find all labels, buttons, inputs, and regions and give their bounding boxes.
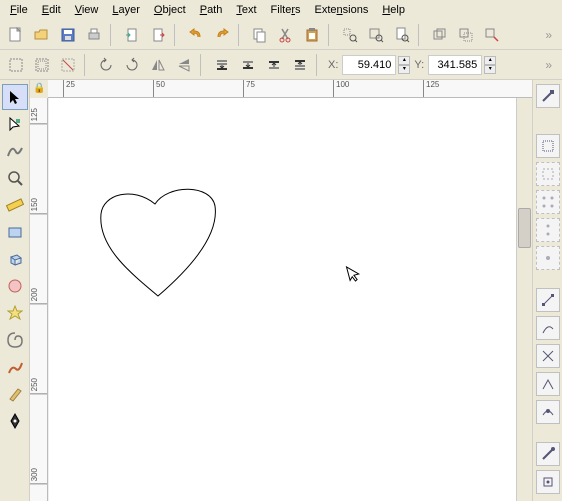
main-toolbar: » — [0, 20, 562, 50]
snap-object[interactable] — [536, 442, 560, 466]
zoom-drawing-button[interactable] — [364, 23, 388, 47]
menu-file[interactable]: File — [4, 3, 34, 17]
x-label: X: — [326, 59, 340, 71]
flip-v-button[interactable] — [172, 53, 196, 77]
select-all-button[interactable] — [4, 53, 28, 77]
menu-path[interactable]: Path — [194, 3, 229, 17]
toolbox — [0, 80, 30, 501]
menu-object[interactable]: Object — [148, 3, 192, 17]
y-spinner[interactable]: ▴▾ — [484, 56, 496, 74]
x-spinner[interactable]: ▴▾ — [398, 56, 410, 74]
scroll-thumb[interactable] — [518, 208, 531, 248]
rotate-ccw-button[interactable] — [94, 53, 118, 77]
menubar: File Edit View Layer Object Path Text Fi… — [0, 0, 562, 20]
clone-button[interactable] — [454, 23, 478, 47]
snap-bbox[interactable] — [536, 134, 560, 158]
tool-pencil[interactable] — [2, 354, 28, 380]
snap-path[interactable] — [536, 316, 560, 340]
lower-bottom-button[interactable] — [210, 53, 234, 77]
snap-bbox-edge[interactable] — [536, 162, 560, 186]
import-button[interactable] — [120, 23, 144, 47]
tool-node[interactable] — [2, 111, 28, 137]
lock-icon[interactable]: 🔒 — [33, 83, 45, 94]
undo-button[interactable] — [184, 23, 208, 47]
options-overflow[interactable]: » — [539, 58, 558, 72]
snap-bbox-center[interactable] — [536, 246, 560, 270]
snap-toolbar — [532, 80, 562, 501]
tool-tweak[interactable] — [2, 138, 28, 164]
select-layers-button[interactable] — [30, 53, 54, 77]
heart-shape[interactable] — [93, 186, 233, 336]
snap-bbox-midpoint[interactable] — [536, 218, 560, 242]
snap-center-obj[interactable] — [536, 470, 560, 494]
tool-measure[interactable] — [2, 192, 28, 218]
tool-ellipse[interactable] — [2, 273, 28, 299]
menu-edit[interactable]: Edit — [36, 3, 67, 17]
tool-zoom[interactable] — [2, 165, 28, 191]
menu-layer[interactable]: Layer — [106, 3, 146, 17]
cut-button[interactable] — [274, 23, 298, 47]
open-button[interactable] — [30, 23, 54, 47]
y-input[interactable] — [428, 55, 482, 75]
snap-smooth[interactable] — [536, 400, 560, 424]
menu-filters[interactable]: Filters — [265, 3, 307, 17]
canvas-area: 25 50 75 100 125 125 150 200 250 300 — [30, 80, 532, 501]
menu-text[interactable]: Text — [230, 3, 262, 17]
cursor-icon — [344, 262, 365, 288]
x-input[interactable] — [342, 55, 396, 75]
raise-top-button[interactable] — [288, 53, 312, 77]
save-button[interactable] — [56, 23, 80, 47]
snap-nodes[interactable] — [536, 288, 560, 312]
deselect-button[interactable] — [56, 53, 80, 77]
raise-button[interactable] — [262, 53, 286, 77]
zoom-selection-button[interactable] — [338, 23, 362, 47]
tool-spiral[interactable] — [2, 327, 28, 353]
print-button[interactable] — [82, 23, 106, 47]
tool-rectangle[interactable] — [2, 219, 28, 245]
tool-star[interactable] — [2, 300, 28, 326]
tool-calligraphy[interactable] — [2, 381, 28, 407]
tool-3dbox[interactable] — [2, 246, 28, 272]
flip-h-button[interactable] — [146, 53, 170, 77]
snap-enable[interactable] — [536, 84, 560, 108]
unlink-clone-button[interactable] — [480, 23, 504, 47]
menu-view[interactable]: View — [69, 3, 105, 17]
options-toolbar: X: ▴▾ Y: ▴▾ » — [0, 50, 562, 80]
toolbar-overflow[interactable]: » — [539, 28, 558, 42]
ruler-horizontal[interactable]: 25 50 75 100 125 — [48, 80, 532, 98]
lower-button[interactable] — [236, 53, 260, 77]
scrollbar-vertical[interactable] — [516, 98, 532, 501]
paste-button[interactable] — [300, 23, 324, 47]
new-button[interactable] — [4, 23, 28, 47]
ruler-vertical[interactable]: 125 150 200 250 300 — [30, 98, 48, 501]
duplicate-button[interactable] — [428, 23, 452, 47]
zoom-page-button[interactable] — [390, 23, 414, 47]
copy-button[interactable] — [248, 23, 272, 47]
tool-pen[interactable] — [2, 408, 28, 434]
canvas[interactable] — [48, 98, 516, 501]
export-button[interactable] — [146, 23, 170, 47]
y-label: Y: — [412, 59, 426, 71]
menu-help[interactable]: Help — [376, 3, 411, 17]
tool-select[interactable] — [2, 84, 28, 110]
rotate-cw-button[interactable] — [120, 53, 144, 77]
snap-intersect[interactable] — [536, 344, 560, 368]
snap-cusp[interactable] — [536, 372, 560, 396]
menu-extensions[interactable]: Extensions — [309, 3, 375, 17]
snap-bbox-corner[interactable] — [536, 190, 560, 214]
redo-button[interactable] — [210, 23, 234, 47]
